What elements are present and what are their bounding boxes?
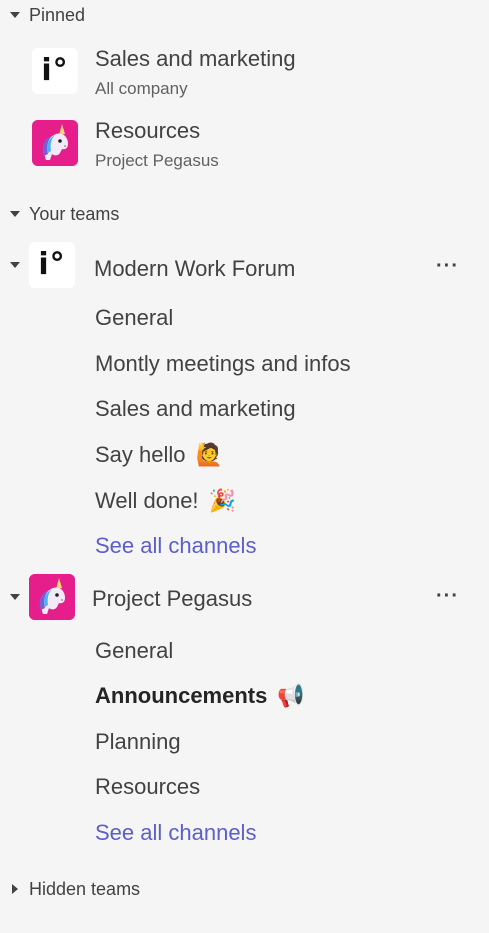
hidden-teams-header-label: Hidden teams [29, 878, 141, 899]
see-all-channels-label: See all channels [95, 533, 257, 558]
pinned-item-subtitle: Project Pegasus [95, 151, 219, 170]
channel-label: Resources [95, 774, 201, 799]
channel-say-hello[interactable]: Say hello 🙋 [95, 442, 223, 468]
team-name: Modern Work Forum [94, 256, 296, 281]
channel-sales-and-marketing[interactable]: Sales and marketing [95, 396, 296, 422]
pinned-item-title: Sales and marketing [95, 46, 296, 71]
team-name: Project Pegasus [92, 586, 253, 611]
your-teams-section-header[interactable]: Your teams [10, 202, 119, 226]
team-modern-work-forum[interactable]: i° Modern Work Forum ··· [0, 240, 489, 294]
channel-label: General [95, 638, 174, 663]
channel-label: Announcements [95, 683, 268, 708]
channel-announcements[interactable]: Announcements 📢 [95, 683, 305, 709]
hidden-teams-section-header[interactable]: Hidden teams [10, 877, 140, 901]
pinned-header-label: Pinned [29, 4, 86, 25]
channel-label: Say hello [95, 442, 186, 467]
channel-general[interactable]: General [95, 638, 173, 664]
see-all-channels-link[interactable]: See all channels [95, 820, 256, 846]
company-logo-icon: i° [29, 242, 75, 288]
chevron-down-icon [10, 211, 20, 217]
unicorn-icon [32, 120, 78, 166]
see-all-channels-link[interactable]: See all channels [95, 533, 256, 559]
person-raising-hand-icon: 🙋 [195, 442, 223, 467]
pinned-item-subtitle: All company [95, 79, 188, 98]
channel-planning[interactable]: Planning [95, 729, 181, 755]
channel-well-done[interactable]: Well done! 🎉 [95, 488, 236, 514]
chevron-right-icon [12, 884, 18, 894]
unicorn-icon [29, 574, 75, 620]
party-popper-icon: 🎉 [208, 488, 236, 513]
your-teams-header-label: Your teams [29, 203, 120, 224]
pinned-item-sales-and-marketing[interactable]: i° Sales and marketing All company [0, 44, 489, 102]
pinned-item-title: Resources [95, 118, 201, 143]
channel-label: Well done! [95, 488, 199, 513]
see-all-channels-label: See all channels [95, 820, 257, 845]
company-logo-icon: i° [32, 48, 78, 94]
channel-label: Montly meetings and infos [95, 351, 351, 376]
channel-label: Planning [95, 729, 181, 754]
pinned-section-header[interactable]: Pinned [10, 3, 85, 27]
channel-label: Sales and marketing [95, 396, 296, 421]
more-options-icon[interactable]: ··· [436, 256, 459, 276]
channel-general[interactable]: General [95, 305, 173, 331]
megaphone-icon: 📢 [277, 683, 305, 708]
team-project-pegasus[interactable]: Project Pegasus ··· [0, 572, 489, 626]
channel-montly-meetings[interactable]: Montly meetings and infos [95, 351, 351, 377]
teams-list-panel: Pinned i° Sales and marketing All compan… [0, 0, 489, 933]
chevron-down-icon[interactable] [10, 262, 20, 268]
chevron-down-icon [10, 12, 20, 18]
pinned-item-resources[interactable]: Resources Project Pegasus [0, 116, 489, 174]
more-options-icon[interactable]: ··· [436, 586, 459, 606]
channel-label: General [95, 305, 174, 330]
channel-resources[interactable]: Resources [95, 774, 200, 800]
chevron-down-icon[interactable] [10, 594, 20, 600]
